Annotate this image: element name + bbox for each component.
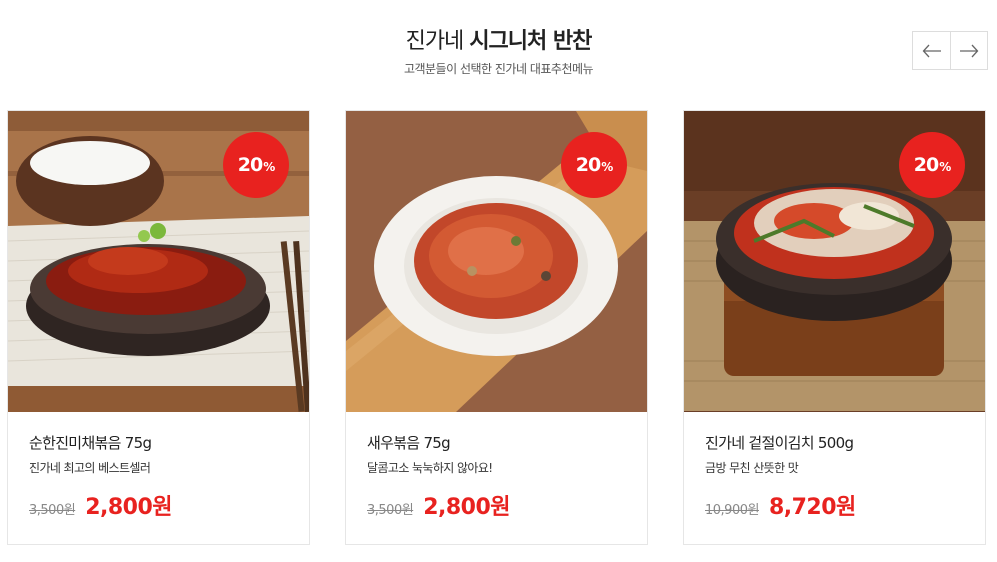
prev-button[interactable] [913, 32, 950, 69]
carousel-nav [912, 31, 988, 70]
section-title-light: 진가네 [405, 29, 465, 54]
product-name[interactable]: 진가네 겉절이김치 500g [705, 433, 975, 453]
price-row: 3,500원 2,800원 [367, 489, 511, 521]
sale-price: 8,720원 [768, 495, 856, 520]
discount-badge: 20% [561, 132, 627, 198]
discount-unit: % [601, 160, 613, 174]
discount-value: 20 [575, 154, 601, 176]
product-image[interactable]: 20% [8, 111, 309, 412]
price-row: 3,500원 2,800원 [29, 489, 173, 521]
discount-value: 20 [237, 154, 263, 176]
discount-badge: 20% [899, 132, 965, 198]
product-image[interactable]: 20% [346, 111, 647, 412]
section-subtitle: 고객분들이 선택한 진가네 대표추천메뉴 [403, 62, 594, 76]
discount-value: 20 [913, 154, 939, 176]
product-card[interactable]: 20% 순한진미채볶음 75g 진가네 최고의 베스트셀러 3,500원 2,8… [7, 110, 310, 545]
product-info: 순한진미채볶음 75g 진가네 최고의 베스트셀러 [29, 433, 299, 476]
discount-unit: % [939, 160, 951, 174]
original-price: 3,500원 [367, 503, 414, 518]
section-title-bold: 시그니처 반찬 [469, 29, 592, 54]
product-card[interactable]: 20% 진가네 겉절이김치 500g 금방 무친 산뜻한 맛 10,900원 8… [683, 110, 986, 545]
sale-price: 2,800원 [423, 495, 511, 520]
product-name[interactable]: 순한진미채볶음 75g [29, 433, 299, 453]
product-info: 새우볶음 75g 달콤고소 눅눅하지 않아요! [367, 433, 637, 476]
original-price: 10,900원 [705, 503, 759, 518]
product-card[interactable]: 20% 새우볶음 75g 달콤고소 눅눅하지 않아요! 3,500원 2,800… [345, 110, 648, 545]
product-name[interactable]: 새우볶음 75g [367, 433, 637, 453]
discount-unit: % [263, 160, 275, 174]
price-row: 10,900원 8,720원 [705, 489, 856, 521]
discount-badge: 20% [223, 132, 289, 198]
arrow-right-icon [960, 44, 979, 57]
product-image[interactable]: 20% [684, 111, 985, 412]
original-price: 3,500원 [29, 503, 76, 518]
product-desc: 달콤고소 눅눅하지 않아요! [367, 461, 493, 475]
next-button[interactable] [950, 32, 987, 69]
section-title: 진가네 시그니처 반찬 [0, 26, 997, 58]
arrow-left-icon [922, 44, 941, 57]
product-desc: 금방 무친 산뜻한 맛 [705, 461, 799, 475]
sale-price: 2,800원 [85, 495, 173, 520]
product-desc: 진가네 최고의 베스트셀러 [29, 461, 151, 475]
product-info: 진가네 겉절이김치 500g 금방 무친 산뜻한 맛 [705, 433, 975, 476]
section-header: 진가네 시그니처 반찬 고객분들이 선택한 진가네 대표추천메뉴 [0, 26, 997, 77]
